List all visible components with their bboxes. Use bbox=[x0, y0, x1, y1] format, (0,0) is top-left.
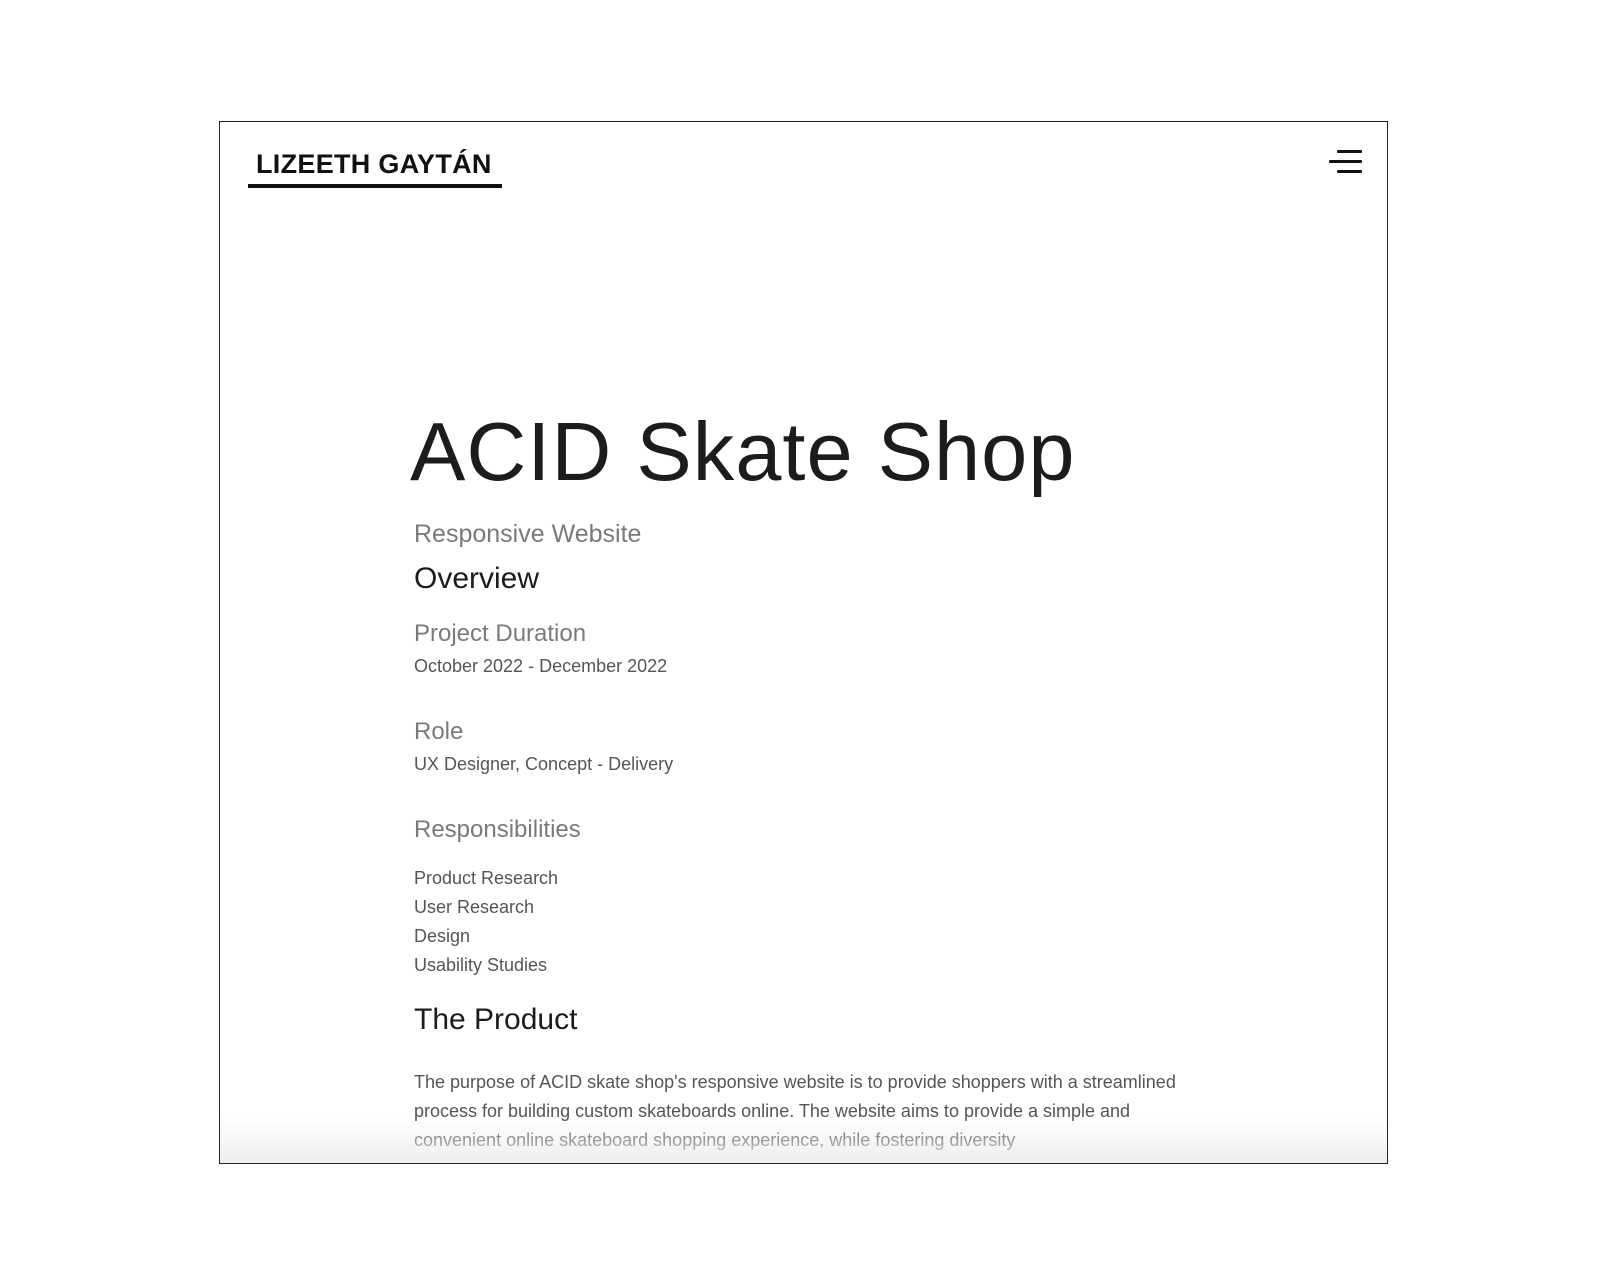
page-title: ACID Skate Shop bbox=[410, 405, 1076, 498]
hamburger-menu-icon-line bbox=[1337, 170, 1362, 173]
browser-viewport: LIZEETH GAYTÁN ACID Skate Shop Responsiv… bbox=[219, 121, 1388, 1164]
responsibilities-label: Responsibilities bbox=[414, 816, 581, 843]
list-item: Usability Studies bbox=[414, 955, 548, 975]
hamburger-menu-icon bbox=[1337, 150, 1362, 153]
list-item: Design bbox=[414, 926, 471, 946]
responsibilities-list: Product Research User Research Design Us… bbox=[414, 864, 558, 980]
role-label: Role bbox=[414, 718, 464, 745]
page-subtitle: Responsive Website bbox=[414, 520, 642, 548]
product-heading: The Product bbox=[414, 1003, 578, 1036]
role-value: UX Designer, Concept - Delivery bbox=[414, 754, 674, 774]
duration-value: October 2022 - December 2022 bbox=[414, 656, 668, 676]
overview-heading: Overview bbox=[414, 562, 540, 595]
duration-label: Project Duration bbox=[414, 620, 587, 647]
menu-button[interactable] bbox=[1326, 146, 1366, 182]
product-paragraph: The purpose of ACID skate shop's respons… bbox=[414, 1072, 1176, 1150]
hamburger-menu-icon-line bbox=[1329, 160, 1362, 163]
list-item: User Research bbox=[414, 897, 535, 917]
site-logo-link[interactable]: LIZEETH GAYTÁN bbox=[248, 148, 502, 188]
list-item: Product Research bbox=[414, 868, 559, 888]
